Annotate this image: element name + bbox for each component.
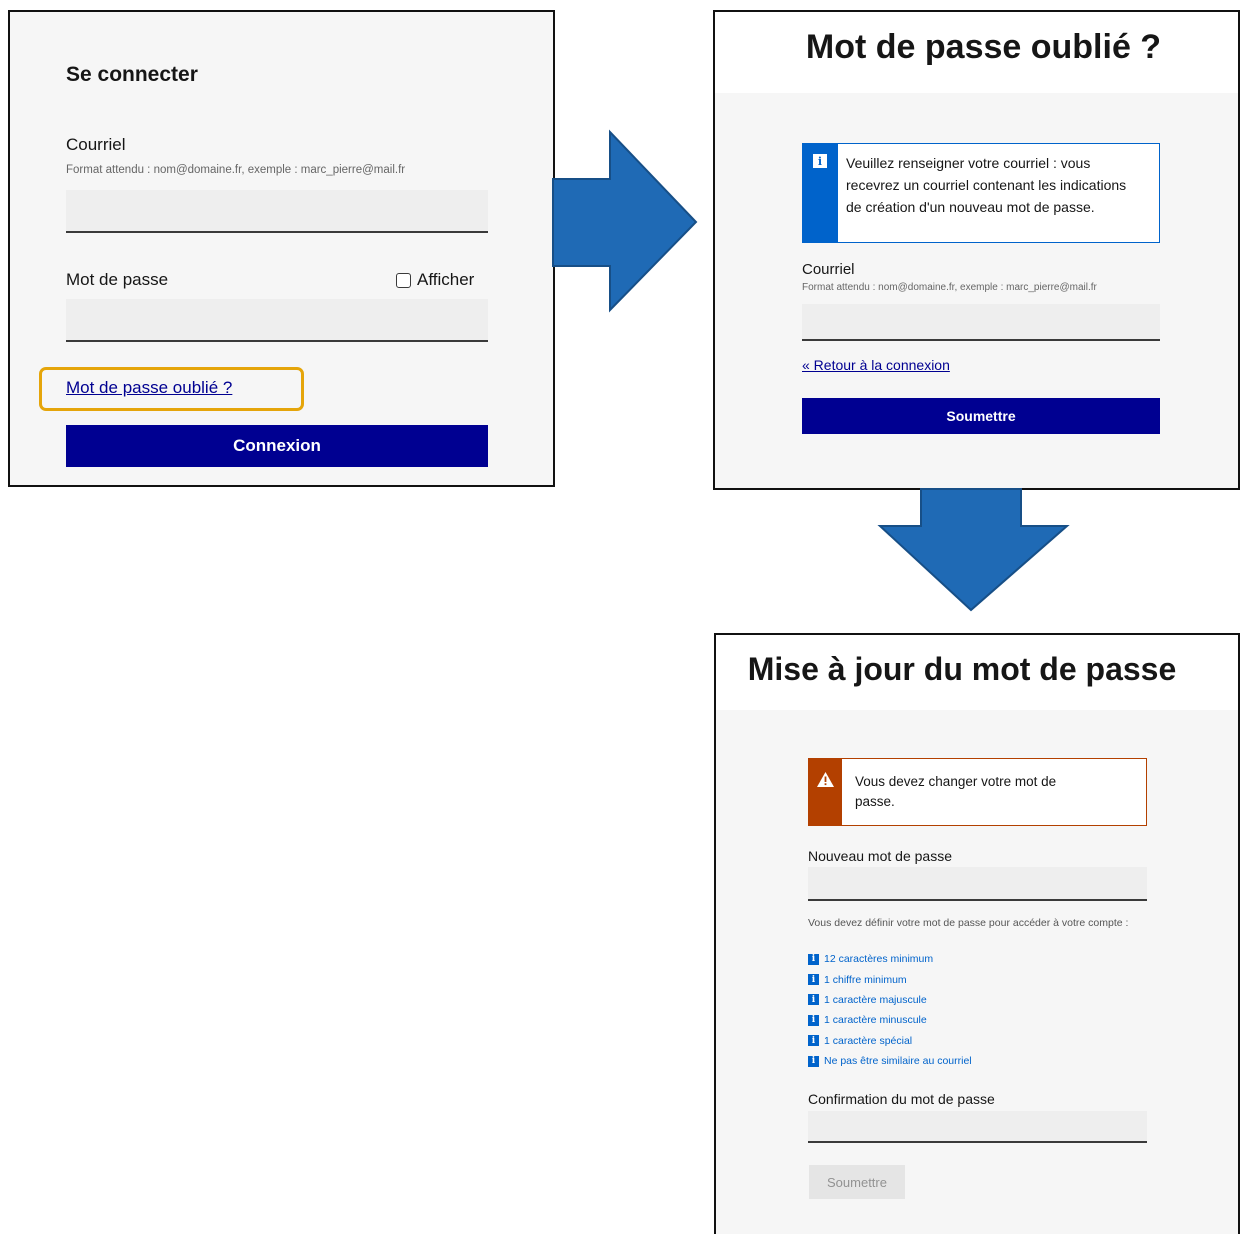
requirement-item: i Ne pas être similaire au courriel [808, 1051, 1108, 1071]
email-hint: Format attendu : nom@domaine.fr, exemple… [66, 164, 406, 176]
info-icon: i [808, 974, 819, 986]
arrow-right-icon [552, 129, 698, 313]
show-password-label: Afficher [417, 270, 475, 289]
update-panel: Mise à jour du mot de passe Vous devez c… [714, 633, 1240, 1234]
update-header: Mise à jour du mot de passe [716, 635, 1238, 710]
login-button[interactable]: Connexion [66, 425, 488, 467]
requirement-item: i 1 chiffre minimum [808, 969, 1108, 989]
requirements-list: i 12 caractères minimum i 1 chiffre minimu… [808, 949, 1108, 1071]
requirement-item: i 12 caractères minimum [808, 949, 1108, 969]
requirement-text: 1 caractère minuscule [824, 1014, 927, 1027]
info-icon: i [808, 953, 819, 965]
requirement-item: i 1 caractère minuscule [808, 1010, 1108, 1030]
email-label: Courriel [66, 135, 126, 154]
requirement-text: 1 caractère majuscule [824, 993, 927, 1006]
update-title: Mise à jour du mot de passe [747, 651, 1177, 687]
forgot-password-link[interactable]: Mot de passe oublié ? [66, 378, 232, 398]
password-label: Mot de passe [66, 270, 169, 289]
forgot-email-hint: Format attendu : nom@domaine.fr, exemple… [802, 282, 1097, 293]
info-icon: i [808, 1014, 819, 1026]
info-icon: i [808, 994, 819, 1006]
info-icon: i [808, 1035, 819, 1047]
info-icon: i [808, 1055, 819, 1067]
update-submit-button[interactable]: Soumettre [809, 1165, 905, 1199]
forgot-panel: Mot de passe oublié ? i Veuillez renseig… [713, 10, 1240, 490]
confirm-password-field[interactable] [808, 1111, 1147, 1143]
password-rules-intro: Vous devez définir votre mot de passe po… [808, 917, 1129, 929]
info-alert: i Veuillez renseigner votre courriel : v… [802, 143, 1160, 243]
warning-icon [817, 772, 834, 787]
login-panel: Se connecter Courriel Format attendu : n… [8, 10, 555, 487]
arrow-down-icon [877, 488, 1070, 612]
forgot-header: Mot de passe oublié ? [715, 12, 1238, 93]
email-field[interactable] [66, 190, 488, 233]
info-icon: i [813, 154, 827, 168]
warning-alert: Vous devez changer votre mot de passe. [808, 758, 1147, 826]
forgot-submit-button[interactable]: Soumettre [802, 398, 1160, 434]
requirement-text: 1 chiffre minimum [824, 973, 907, 986]
new-password-label: Nouveau mot de passe [808, 848, 952, 864]
requirement-item: i 1 caractère spécial [808, 1031, 1108, 1051]
requirement-text: Ne pas être similaire au courriel [824, 1055, 972, 1068]
info-alert-text: Veuillez renseigner votre courriel : vou… [846, 155, 1127, 215]
forgot-email-label: Courriel [802, 261, 855, 278]
forgot-email-field[interactable] [802, 304, 1160, 341]
back-to-login-link[interactable]: « Retour à la connexion [802, 357, 950, 373]
requirement-text: 1 caractère spécial [824, 1034, 913, 1047]
confirm-password-label: Confirmation du mot de passe [808, 1091, 995, 1107]
new-password-field[interactable] [808, 867, 1147, 901]
info-alert-bar: i [803, 144, 838, 242]
requirement-text: 12 caractères minimum [824, 953, 934, 966]
requirement-item: i 1 caractère majuscule [808, 990, 1108, 1010]
checkbox-icon[interactable] [396, 272, 411, 288]
show-password-toggle[interactable]: Afficher [396, 270, 474, 290]
forgot-title: Mot de passe oublié ? [805, 28, 1162, 66]
password-field[interactable] [66, 299, 488, 342]
warning-alert-text: Vous devez changer votre mot de passe. [855, 774, 1057, 809]
warning-alert-bar [809, 759, 842, 825]
login-title: Se connecter [66, 63, 198, 86]
